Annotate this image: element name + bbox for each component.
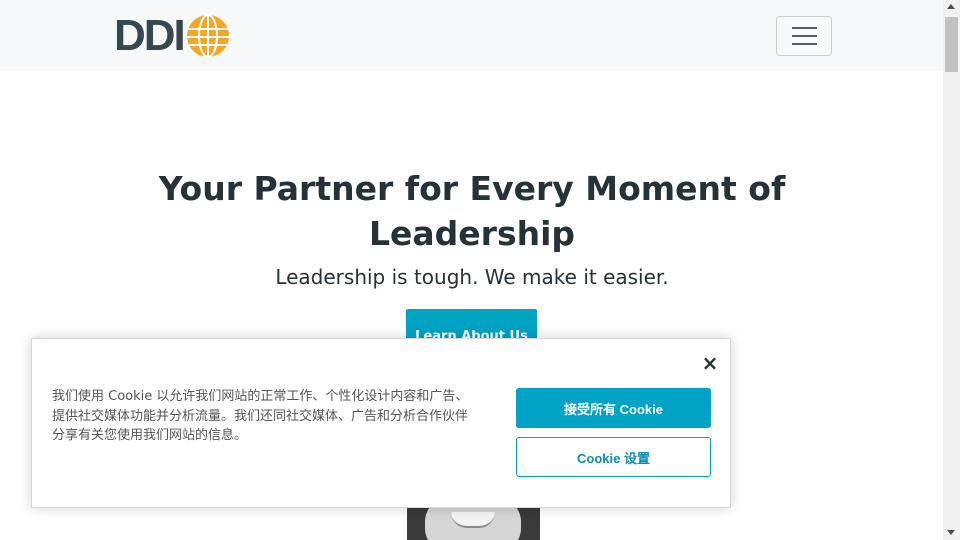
site-header: DDI — [0, 0, 943, 71]
ddi-logo[interactable]: DDI — [114, 14, 231, 58]
globe-icon — [186, 14, 229, 58]
logo-text: DDI — [114, 11, 186, 60]
close-icon[interactable]: × — [700, 353, 720, 373]
hamburger-menu-icon — [791, 27, 817, 29]
scroll-down-arrow-icon[interactable] — [947, 530, 955, 535]
hero-subtitle: Leadership is tough. We make it easier. — [275, 265, 669, 289]
cookie-policy-text: 我们使用 Cookie 以允许我们网站的正常工作、个性化设计内容和广告、提供社交… — [52, 389, 469, 443]
scroll-thumb[interactable] — [945, 17, 958, 72]
scroll-up-arrow-icon[interactable] — [947, 4, 955, 9]
accept-all-cookies-button[interactable]: 接受所有 Cookie — [516, 388, 711, 428]
page-scrollbar[interactable] — [943, 0, 960, 540]
cookie-settings-button[interactable]: Cookie 设置 — [516, 437, 711, 477]
menu-toggle-button[interactable] — [776, 16, 832, 56]
cookie-consent-banner: × 我们使用 Cookie 以允许我们网站的正常工作、个性化设计内容和广告、提供… — [31, 338, 731, 508]
hero-title: Your Partner for Every Moment of Leaders… — [158, 169, 786, 253]
